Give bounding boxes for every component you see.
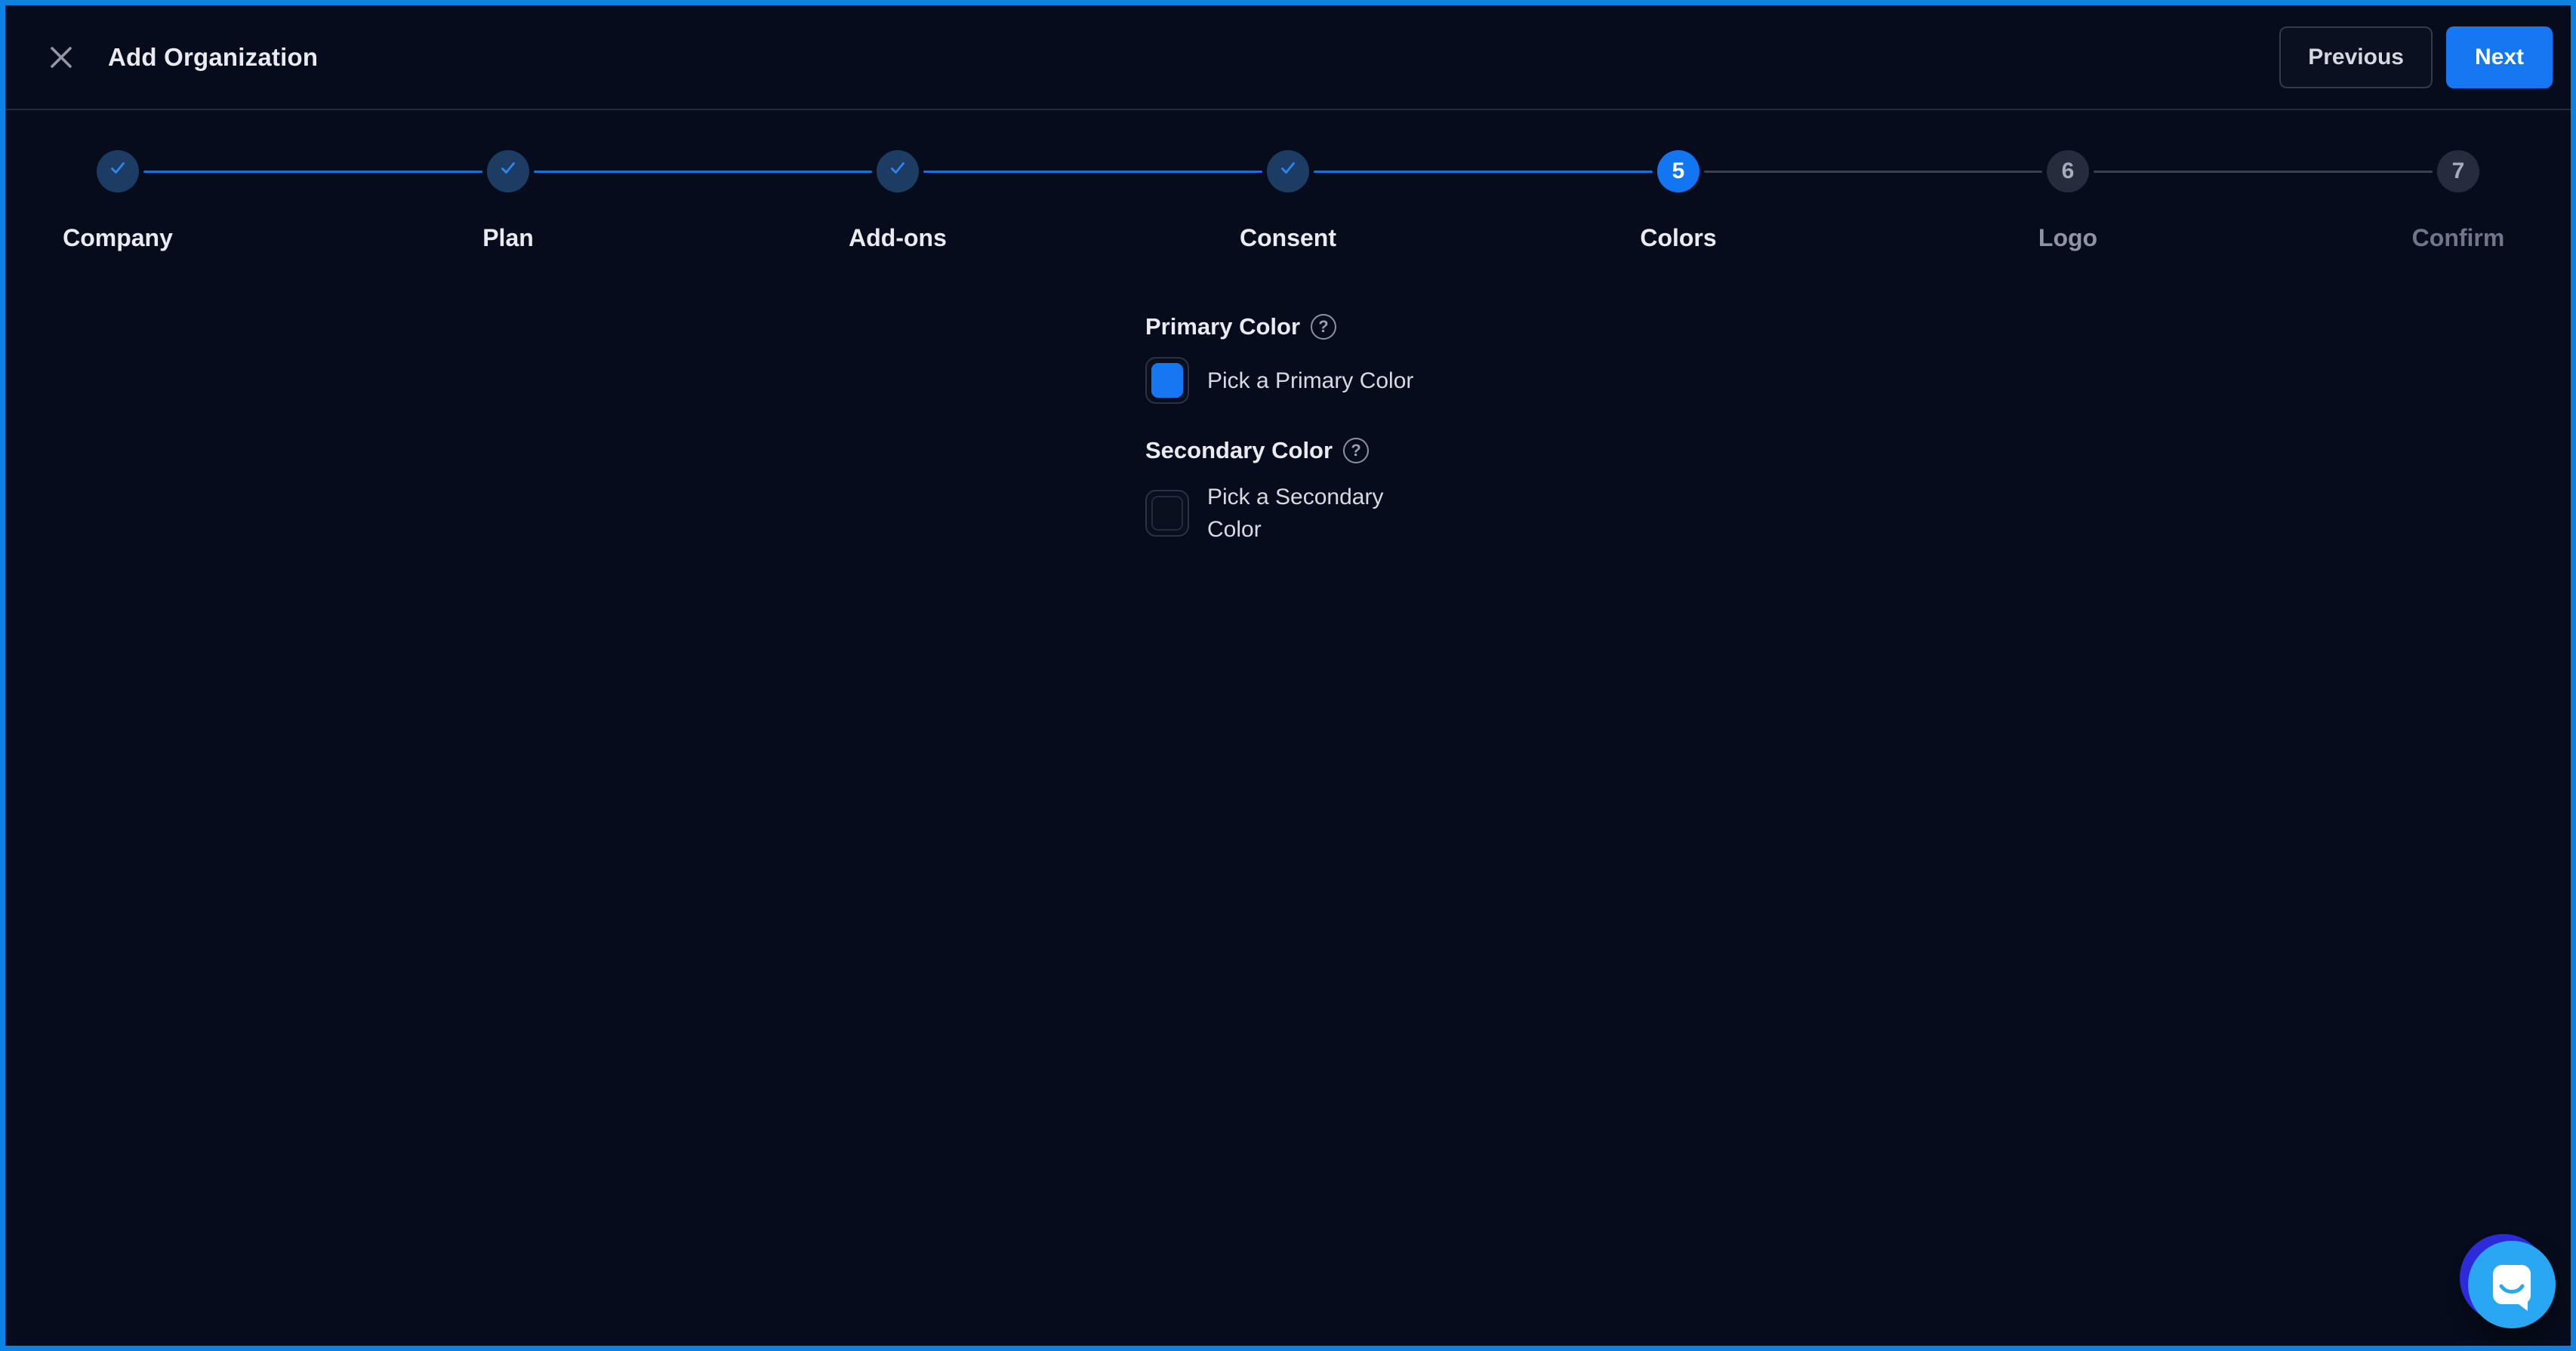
- secondary-color-picker-text: Pick a Secondary Color: [1207, 481, 1404, 546]
- step-circle: 7: [2437, 150, 2479, 192]
- secondary-color-label: Secondary Color: [1145, 437, 1333, 464]
- primary-color-picker-text: Pick a Primary Color: [1207, 365, 1413, 397]
- previous-button[interactable]: Previous: [2279, 26, 2433, 88]
- step-number: 5: [1672, 158, 1685, 184]
- chat-bubble-smile-icon: [2493, 1265, 2531, 1304]
- step-circle: [97, 150, 139, 192]
- step-circle: [1267, 150, 1309, 192]
- help-icon[interactable]: ?: [1343, 438, 1369, 463]
- check-icon: [887, 158, 908, 185]
- step-number: 6: [2062, 158, 2075, 184]
- primary-color-field: Primary Color ? Pick a Primary Color: [1145, 313, 1674, 404]
- secondary-color-field: Secondary Color ? Pick a Secondary Color: [1145, 437, 1674, 546]
- secondary-color-swatch-empty: [1151, 496, 1183, 531]
- stepper-step-colors[interactable]: 5 Colors: [1565, 150, 1792, 252]
- stepper-step-plan[interactable]: Plan: [395, 150, 621, 252]
- stepper-step-consent[interactable]: Consent: [1175, 150, 1401, 252]
- dialog-header: Add Organization Previous Next: [5, 5, 2571, 110]
- colors-form: Primary Color ? Pick a Primary Color Sec…: [1145, 313, 1674, 546]
- secondary-color-swatch[interactable]: [1145, 490, 1189, 537]
- primary-color-swatch-fill: [1151, 363, 1183, 398]
- help-icon[interactable]: ?: [1311, 314, 1336, 340]
- step-circle: [487, 150, 529, 192]
- primary-color-swatch[interactable]: [1145, 357, 1189, 404]
- step-label: Confirm: [2412, 224, 2505, 252]
- step-label: Add-ons: [849, 224, 947, 252]
- check-icon: [498, 158, 519, 185]
- step-label: Plan: [482, 224, 534, 252]
- chat-launcher-button[interactable]: [2468, 1241, 2556, 1328]
- close-button[interactable]: [45, 41, 78, 74]
- stepper-step-addons[interactable]: Add-ons: [784, 150, 1011, 252]
- step-label: Company: [63, 224, 173, 252]
- page-title: Add Organization: [108, 43, 318, 72]
- add-organization-dialog: Add Organization Previous Next Company P…: [0, 0, 2576, 1351]
- step-circle: 6: [2047, 150, 2089, 192]
- next-button[interactable]: Next: [2446, 26, 2553, 88]
- step-label: Consent: [1240, 224, 1336, 252]
- stepper-step-confirm[interactable]: 7 Confirm: [2345, 150, 2571, 252]
- close-icon: [48, 45, 74, 70]
- step-label: Logo: [2038, 224, 2097, 252]
- step-circle: 5: [1657, 150, 1699, 192]
- primary-color-label: Primary Color: [1145, 313, 1300, 340]
- step-circle: [877, 150, 919, 192]
- step-number: 7: [2452, 158, 2465, 184]
- stepper-step-logo[interactable]: 6 Logo: [1955, 150, 2181, 252]
- step-label: Colors: [1640, 224, 1716, 252]
- check-icon: [1277, 158, 1299, 185]
- check-icon: [107, 158, 128, 185]
- stepper-step-company[interactable]: Company: [5, 150, 231, 252]
